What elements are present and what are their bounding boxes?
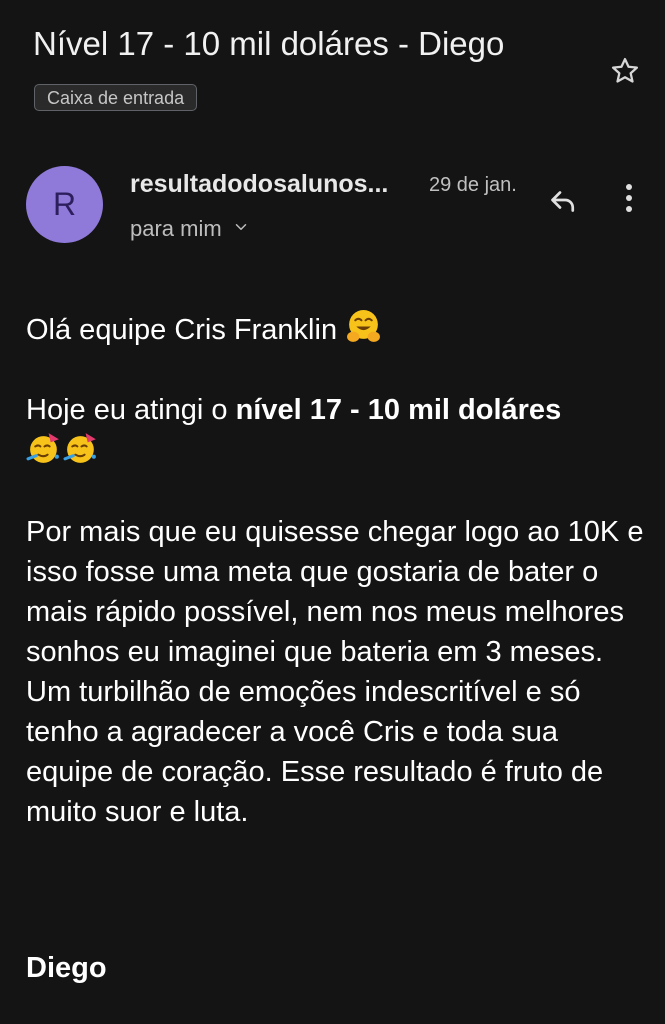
email-body: Olá equipe Cris Franklin Hoje eu atingi … xyxy=(26,308,646,872)
greeting-paragraph: Olá equipe Cris Franklin xyxy=(26,308,646,350)
partying-face-icon xyxy=(26,430,63,467)
email-subject: Nível 17 - 10 mil doláres - Diego xyxy=(33,25,505,62)
email-date: 29 de jan. xyxy=(429,174,517,196)
sender-name[interactable]: resultadodosalunos... xyxy=(130,170,388,199)
message-paragraph: Por mais que eu quisesse chegar logo ao … xyxy=(26,516,644,828)
reply-icon[interactable] xyxy=(545,182,581,218)
hugging-face-icon xyxy=(345,308,382,345)
recipient-toggle[interactable]: para mim xyxy=(130,216,250,242)
greeting-text: Olá equipe Cris Franklin xyxy=(26,314,338,346)
more-options-icon[interactable] xyxy=(616,180,642,216)
achievement-highlight: nível 17 - 10 mil doláres xyxy=(235,394,562,426)
star-icon[interactable] xyxy=(608,54,642,88)
recipient-label: para mim xyxy=(130,216,222,241)
inbox-label-chip[interactable]: Caixa de entrada xyxy=(34,84,198,111)
chevron-down-icon xyxy=(232,216,250,242)
signature: Diego xyxy=(26,952,107,984)
achievement-paragraph: Hoje eu atingi o nível 17 - 10 mil dolár… xyxy=(26,390,646,472)
achievement-prefix: Hoje eu atingi o xyxy=(26,394,236,426)
sender-avatar[interactable]: R xyxy=(26,166,103,243)
partying-face-icon xyxy=(63,430,100,467)
